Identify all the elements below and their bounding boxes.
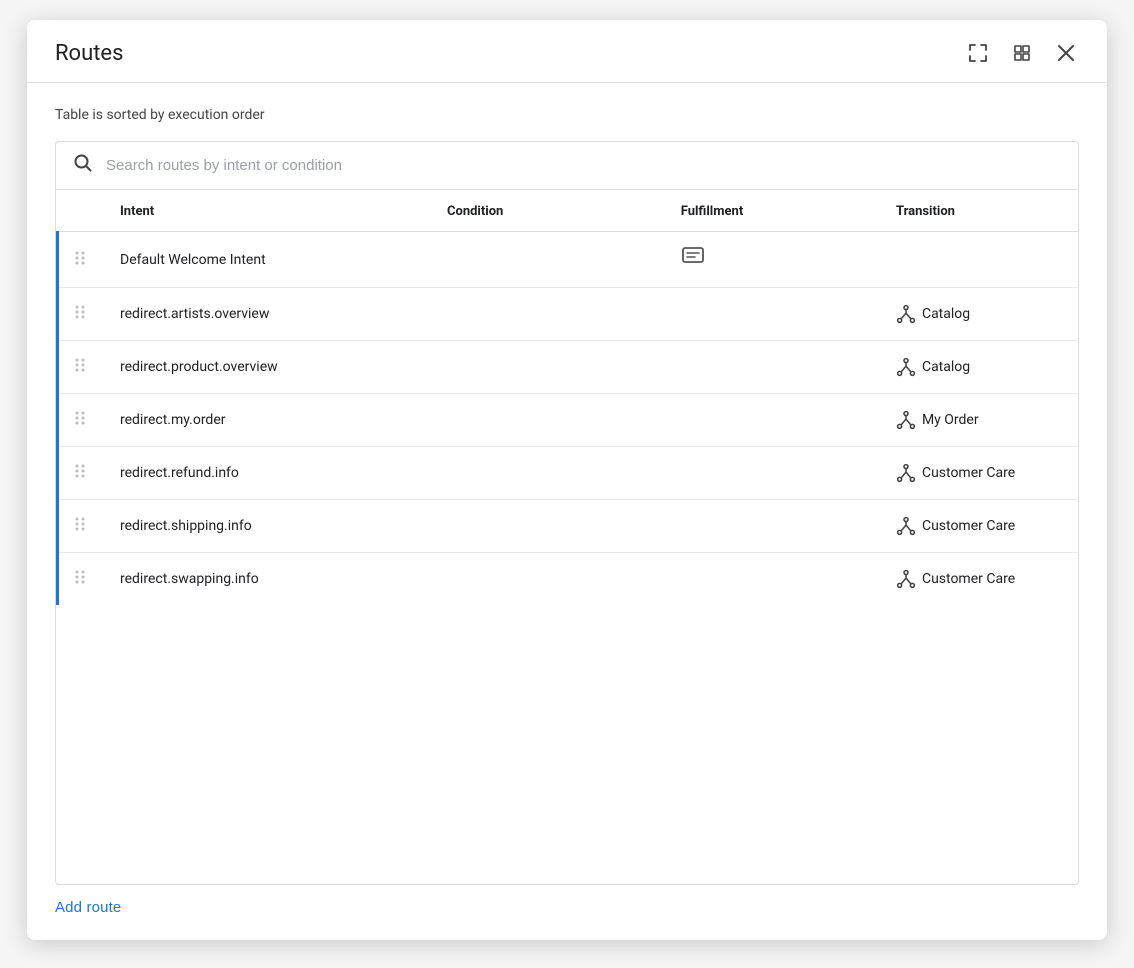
drag-dots-icon bbox=[72, 307, 88, 326]
transition-label: Catalog bbox=[922, 306, 970, 322]
transition-branch-icon bbox=[896, 410, 916, 430]
expand-icon[interactable] bbox=[965, 40, 991, 66]
condition-cell bbox=[431, 447, 665, 500]
search-input[interactable] bbox=[106, 157, 1062, 174]
col-header-transition: Transition bbox=[880, 190, 1078, 232]
drag-handle[interactable] bbox=[58, 341, 105, 394]
intent-cell: redirect.my.order bbox=[104, 394, 431, 447]
intent-cell: redirect.shipping.info bbox=[104, 500, 431, 553]
drag-dots-icon bbox=[72, 519, 88, 538]
transition-cell bbox=[880, 232, 1078, 288]
fulfillment-cell bbox=[665, 500, 880, 553]
condition-cell bbox=[431, 288, 665, 341]
transition-label: Customer Care bbox=[922, 465, 1015, 481]
routes-table-container: Intent Condition Fulfillment Transition … bbox=[55, 190, 1079, 885]
fulfillment-message-icon bbox=[681, 249, 705, 273]
split-icon[interactable] bbox=[1009, 40, 1035, 66]
drag-dots-icon bbox=[72, 572, 88, 591]
table-row[interactable]: redirect.product.overview Catalog bbox=[58, 341, 1079, 394]
table-row[interactable]: redirect.artists.overview Catalog bbox=[58, 288, 1079, 341]
intent-cell: redirect.refund.info bbox=[104, 447, 431, 500]
condition-cell bbox=[431, 232, 665, 288]
condition-cell bbox=[431, 341, 665, 394]
transition-branch-icon bbox=[896, 304, 916, 324]
intent-cell: redirect.product.overview bbox=[104, 341, 431, 394]
transition-cell: Customer Care bbox=[880, 447, 1078, 500]
intent-cell: Default Welcome Intent bbox=[104, 232, 431, 288]
table-header-row: Intent Condition Fulfillment Transition bbox=[58, 190, 1079, 232]
drag-dots-icon bbox=[72, 466, 88, 485]
routes-dialog: Routes Table is sorted by execution or bbox=[27, 20, 1107, 940]
col-header-condition: Condition bbox=[431, 190, 665, 232]
transition-cell: Catalog bbox=[880, 288, 1078, 341]
drag-handle[interactable] bbox=[58, 232, 105, 288]
condition-cell bbox=[431, 500, 665, 553]
table-row[interactable]: redirect.my.order My Order bbox=[58, 394, 1079, 447]
col-header-intent: Intent bbox=[104, 190, 431, 232]
transition-cell: Customer Care bbox=[880, 553, 1078, 606]
add-route-button[interactable]: Add route bbox=[55, 885, 1079, 924]
transition-branch-icon bbox=[896, 357, 916, 377]
close-icon[interactable] bbox=[1053, 40, 1079, 66]
search-icon bbox=[72, 152, 94, 179]
drag-col-header bbox=[58, 190, 105, 232]
transition-cell: My Order bbox=[880, 394, 1078, 447]
fulfillment-cell bbox=[665, 553, 880, 606]
routes-table: Intent Condition Fulfillment Transition … bbox=[56, 190, 1078, 605]
fulfillment-cell bbox=[665, 447, 880, 500]
drag-handle[interactable] bbox=[58, 553, 105, 606]
dialog-header: Routes bbox=[27, 20, 1107, 83]
table-row[interactable]: redirect.refund.info Customer Care bbox=[58, 447, 1079, 500]
transition-label: Customer Care bbox=[922, 571, 1015, 587]
transition-branch-icon bbox=[896, 569, 916, 589]
drag-dots-icon bbox=[72, 360, 88, 379]
transition-cell: Catalog bbox=[880, 341, 1078, 394]
drag-dots-icon bbox=[72, 253, 88, 272]
drag-handle[interactable] bbox=[58, 288, 105, 341]
table-row[interactable]: Default Welcome Intent bbox=[58, 232, 1079, 288]
sort-label: Table is sorted by execution order bbox=[55, 107, 1079, 123]
intent-cell: redirect.artists.overview bbox=[104, 288, 431, 341]
dialog-title: Routes bbox=[55, 41, 123, 66]
col-header-fulfillment: Fulfillment bbox=[665, 190, 880, 232]
drag-handle[interactable] bbox=[58, 500, 105, 553]
transition-label: Customer Care bbox=[922, 518, 1015, 534]
table-row[interactable]: redirect.shipping.info Customer Care bbox=[58, 500, 1079, 553]
intent-cell: redirect.swapping.info bbox=[104, 553, 431, 606]
dialog-body: Table is sorted by execution order Inten… bbox=[27, 83, 1107, 940]
drag-handle[interactable] bbox=[58, 447, 105, 500]
table-row[interactable]: redirect.swapping.info Customer Care bbox=[58, 553, 1079, 606]
fulfillment-cell bbox=[665, 341, 880, 394]
header-icons bbox=[965, 40, 1079, 66]
search-bar bbox=[55, 141, 1079, 190]
fulfillment-cell bbox=[665, 288, 880, 341]
drag-handle[interactable] bbox=[58, 394, 105, 447]
fulfillment-cell bbox=[665, 232, 880, 288]
fulfillment-cell bbox=[665, 394, 880, 447]
condition-cell bbox=[431, 553, 665, 606]
transition-label: My Order bbox=[922, 412, 979, 428]
condition-cell bbox=[431, 394, 665, 447]
drag-dots-icon bbox=[72, 413, 88, 432]
transition-label: Catalog bbox=[922, 359, 970, 375]
transition-branch-icon bbox=[896, 463, 916, 483]
transition-cell: Customer Care bbox=[880, 500, 1078, 553]
transition-branch-icon bbox=[896, 516, 916, 536]
